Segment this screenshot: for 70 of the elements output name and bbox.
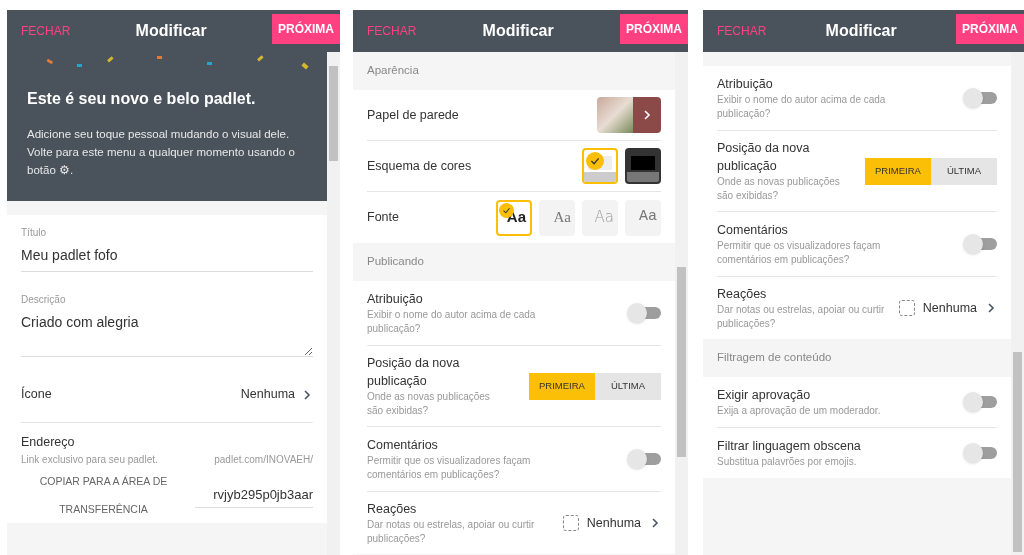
setting-label: Reações bbox=[717, 286, 768, 303]
copy-button[interactable]: COPIAR PARA A ÁREA DE TRANSFERÊNCIA bbox=[21, 466, 186, 523]
wallpaper-picker[interactable] bbox=[597, 97, 661, 133]
position-option[interactable]: ÚLTIMA bbox=[595, 372, 661, 400]
reactions-picker[interactable]: Nenhuma bbox=[898, 298, 997, 318]
toggle-switch[interactable] bbox=[627, 449, 661, 469]
dashed-square-icon bbox=[562, 515, 579, 531]
photo-placeholder bbox=[597, 97, 633, 133]
chevron-right-icon bbox=[985, 302, 997, 314]
section-heading: Publicando bbox=[366, 254, 425, 270]
chevron-right-icon bbox=[649, 517, 661, 529]
position-option[interactable]: ÚLTIMA bbox=[931, 157, 997, 185]
setting-hint: Permitir que os visualizadores façam comentários em publicações? bbox=[717, 239, 882, 267]
address-field[interactable]: rvjyb295p0jb3aar bbox=[195, 481, 313, 508]
setting-label: Esquema de cores bbox=[367, 157, 472, 175]
color-scheme-swatch[interactable] bbox=[582, 148, 618, 184]
icon-picker[interactable]: Nenhuma bbox=[240, 385, 313, 404]
setting-label: Posição da nova publicação bbox=[367, 355, 461, 390]
banner-heading: Este é seu novo e belo padlet. bbox=[27, 89, 257, 109]
dashed-square-icon bbox=[898, 300, 915, 316]
scrollbar[interactable] bbox=[327, 52, 340, 555]
setting-label: Endereço bbox=[21, 434, 76, 451]
chevron-right-icon bbox=[301, 388, 313, 401]
field-label: Descrição bbox=[21, 293, 67, 307]
description-field[interactable]: Criado com alegria bbox=[21, 307, 313, 357]
setting-label: Papel de parede bbox=[367, 106, 459, 124]
toggle-switch[interactable] bbox=[963, 234, 997, 254]
setting-label: Comentários bbox=[367, 437, 439, 454]
position-option[interactable]: PRIMEIRA bbox=[865, 157, 931, 185]
window-title: Modificar bbox=[135, 21, 207, 41]
window-title: Modificar bbox=[825, 21, 897, 41]
setting-hint: Onde as novas publicações são exibidas? bbox=[367, 390, 491, 418]
address-prefix: padlet.com/INOVAEH/ bbox=[214, 452, 313, 467]
font-option[interactable]: Aa bbox=[539, 199, 575, 236]
setting-hint: Dar notas ou estrelas, apoiar ou curtir publicações? bbox=[717, 303, 886, 331]
setting-label: Comentários bbox=[717, 222, 789, 239]
title-field[interactable]: Meu padlet fofo bbox=[21, 240, 313, 272]
setting-hint: Exibir o nome do autor acima de cada publicação? bbox=[717, 93, 887, 121]
position-option[interactable]: PRIMEIRA bbox=[529, 372, 595, 400]
section-heading: Aparência bbox=[366, 63, 420, 79]
setting-label: Ícone bbox=[21, 385, 52, 404]
field-label: Título bbox=[21, 226, 47, 240]
toggle-switch[interactable] bbox=[963, 392, 997, 412]
setting-label: Atribuição bbox=[367, 291, 424, 308]
section-heading: Filtragem de conteúdo bbox=[716, 350, 833, 366]
setting-hint: Exibir o nome do autor acima de cada publicação? bbox=[367, 308, 537, 336]
setting-hint: Permitir que os visualizadores façam comentários em publicações? bbox=[367, 454, 532, 482]
window-title: Modificar bbox=[482, 21, 554, 41]
scrollbar[interactable] bbox=[1011, 52, 1024, 555]
setting-hint: Exija a aprovação de um moderador. bbox=[717, 404, 882, 418]
banner-text: Adicione seu toque pessoal mudando o visual dele. Volte para este menu a qualquer momento usando o botão ⚙. bbox=[27, 127, 296, 178]
setting-hint: Dar notas ou estrelas, apoiar ou curtir publicações? bbox=[367, 518, 536, 546]
setting-label: Exigir aprovação bbox=[717, 387, 812, 404]
toggle-switch[interactable] bbox=[963, 88, 997, 108]
setting-label: Filtrar linguagem obscena bbox=[717, 438, 862, 455]
chevron-right-icon bbox=[641, 109, 653, 121]
toggle-switch[interactable] bbox=[627, 303, 661, 323]
setting-hint: Onde as novas publicações são exibidas? bbox=[717, 175, 841, 203]
toggle-switch[interactable] bbox=[963, 443, 997, 463]
scrollbar[interactable] bbox=[675, 52, 688, 555]
setting-hint: Substitua palavrões por emojis. bbox=[717, 455, 858, 469]
setting-label: Fonte bbox=[367, 209, 399, 227]
setting-label: Reações bbox=[367, 501, 418, 518]
setting-label: Posição da nova publicação bbox=[717, 140, 811, 175]
setting-hint: Link exclusivo para seu padlet. bbox=[21, 452, 158, 467]
setting-label: Atribuição bbox=[717, 76, 774, 93]
font-option[interactable]: Aa bbox=[625, 199, 661, 236]
check-icon bbox=[586, 152, 604, 170]
color-scheme-swatch[interactable] bbox=[625, 148, 661, 184]
reactions-picker[interactable]: Nenhuma bbox=[562, 513, 661, 533]
